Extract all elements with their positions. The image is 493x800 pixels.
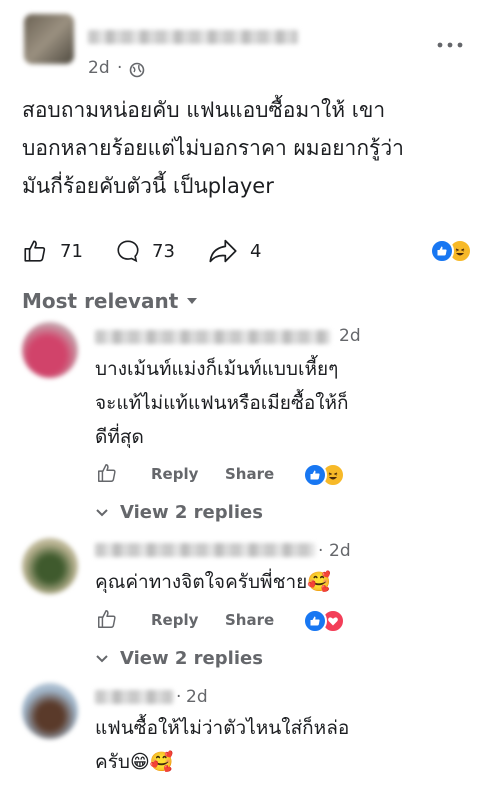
comment-text-line: ดีที่สุด [95, 426, 144, 448]
thumbs-up-icon [98, 610, 116, 628]
comment-text-line: แฟนซื้อให้ไม่ว่าตัวไหนใส่ก็หล่อ [95, 717, 350, 739]
post-text-line: มันกี่ร้อยคับตัวนี้ เป็นplayer [22, 174, 274, 198]
like-reaction-icon [303, 463, 327, 487]
comment-count: 73 [152, 240, 175, 262]
thumbs-up-icon [24, 240, 46, 262]
comment-reactions[interactable] [303, 609, 345, 633]
comment-text: คุณค่าทางจิตใจครับพี่ชาย🥰 [95, 565, 331, 599]
comment-avatar[interactable] [22, 683, 78, 739]
reply-button[interactable]: Reply [151, 465, 198, 483]
share-link[interactable]: Share [225, 611, 274, 629]
comment-text-line: ครับ😁🥰 [95, 751, 174, 773]
comment-time[interactable]: 2d [329, 541, 351, 561]
post-text-line: บอกหลายร้อยแต่ไม่บอกราคา ผมอยากรู้ว่า [22, 136, 404, 160]
comment-text-line: จะแท้ไม่แท้แฟนหรือเมียซื้อให้ก็ [95, 392, 349, 414]
more-options-icon[interactable] [436, 40, 464, 50]
globe-icon [129, 62, 145, 78]
comment-meta-dot: · [176, 687, 182, 707]
post-reactions[interactable] [430, 239, 472, 263]
comment-like-button[interactable] [96, 462, 118, 484]
view-replies-label: View 2 replies [120, 502, 263, 523]
post-author-avatar[interactable] [24, 14, 74, 64]
share-count: 4 [250, 240, 262, 262]
caret-down-icon [187, 298, 198, 304]
like-reaction-icon [303, 609, 327, 633]
view-replies-label: View 2 replies [120, 648, 263, 669]
comment-avatar[interactable] [22, 322, 78, 378]
share-arrow-icon [209, 239, 237, 263]
comment-text: บางเม้นท์แม่งก็เม้นท์แบบเหี้ยๆ จะแท้ไม่แ… [95, 352, 349, 454]
comment-time[interactable]: 2d [339, 326, 361, 346]
comment-avatar[interactable] [22, 538, 78, 594]
comment-text-line: คุณค่าทางจิตใจครับพี่ชาย🥰 [95, 571, 331, 593]
comment-text-line: บางเม้นท์แม่งก็เม้นท์แบบเหี้ยๆ [95, 358, 339, 380]
like-count: 71 [60, 240, 83, 262]
comment-like-button[interactable] [96, 608, 118, 630]
comment-author-name[interactable] [95, 330, 330, 344]
post-text: สอบถามหน่อยคับ แฟนแอบซื้อมาให้ เขา บอกหล… [22, 91, 482, 205]
post-author-name[interactable] [88, 30, 298, 44]
comment-button[interactable]: 73 [114, 238, 175, 264]
sort-label: Most relevant [22, 289, 179, 313]
chevron-down-icon [96, 654, 108, 662]
comment-time[interactable]: 2d [186, 687, 208, 707]
view-replies-button[interactable]: View 2 replies [96, 648, 263, 669]
comment-text: แฟนซื้อให้ไม่ว่าตัวไหนใส่ก็หล่อ ครับ😁🥰 [95, 711, 349, 779]
sort-dropdown[interactable]: Most relevant [22, 289, 198, 313]
comment-author-name[interactable] [95, 690, 173, 704]
post-time[interactable]: 2d [88, 58, 110, 78]
view-replies-button[interactable]: View 2 replies [96, 502, 263, 523]
share-button[interactable]: 4 [208, 238, 261, 264]
reply-button[interactable]: Reply [151, 611, 198, 629]
comment-author-name[interactable] [95, 543, 315, 557]
comment-icon [117, 240, 139, 263]
thumbs-up-icon [98, 464, 116, 482]
post-text-line: สอบถามหน่อยคับ แฟนแอบซื้อมาให้ เขา [22, 98, 386, 122]
post-meta-dot: · [117, 58, 123, 78]
comment-reactions[interactable] [303, 463, 345, 487]
chevron-down-icon [96, 508, 108, 516]
like-reaction-icon [430, 239, 454, 263]
share-link[interactable]: Share [225, 465, 274, 483]
like-button[interactable]: 71 [22, 238, 83, 264]
comment-meta-dot: · [318, 541, 324, 561]
